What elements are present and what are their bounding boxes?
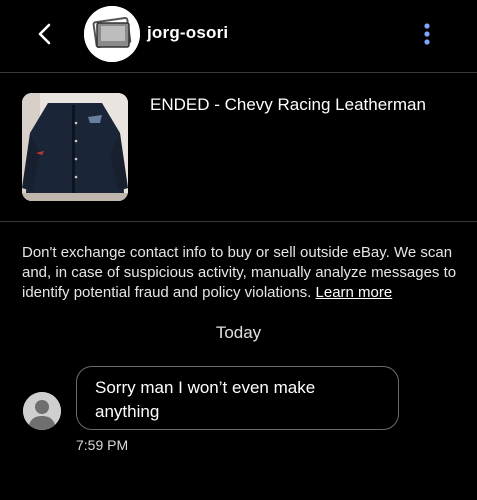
seller-avatar[interactable] (84, 6, 140, 62)
person-icon (23, 392, 61, 430)
back-button[interactable] (32, 20, 60, 48)
day-separator: Today (215, 323, 262, 342)
more-options-button[interactable] (418, 20, 436, 48)
divider (0, 221, 477, 222)
sender-avatar (23, 392, 61, 430)
chevron-left-icon (38, 23, 51, 45)
username[interactable]: jorg-osori (147, 23, 228, 43)
message-timestamp: 7:59 PM (76, 437, 129, 453)
learn-more-link[interactable]: Learn more (316, 284, 393, 301)
listing-thumbnail (22, 93, 128, 201)
more-vertical-icon (424, 23, 430, 45)
message-text: Sorry man I won’t even make anything (95, 378, 316, 421)
listing-card[interactable]: ENDED - Chevy Racing Leatherman (0, 73, 477, 221)
jacket-photo-icon (22, 93, 128, 201)
safety-notice: Don't exchange contact info to buy or se… (22, 243, 462, 303)
conversation-header: jorg-osori (0, 0, 477, 72)
listing-title: ENDED - Chevy Racing Leatherman (150, 95, 426, 114)
avatar-placeholder-icon (84, 6, 140, 62)
message-bubble: Sorry man I won’t even make anything (76, 366, 399, 430)
